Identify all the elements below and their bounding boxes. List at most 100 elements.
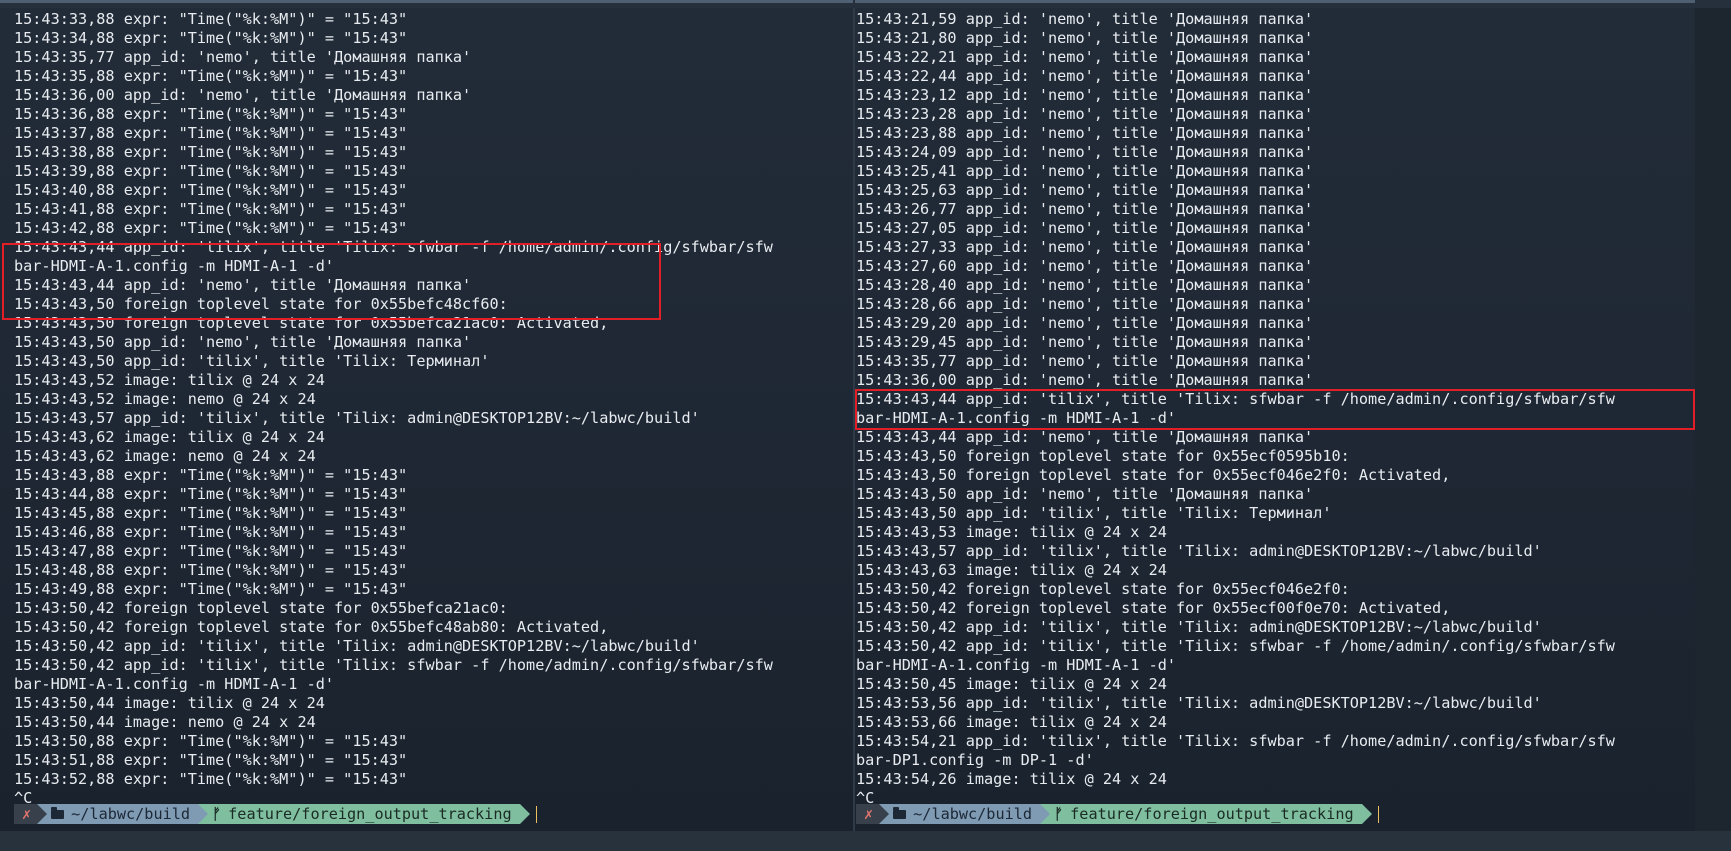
terminal-line: 15:43:53,56 app_id: 'tilix', title 'Tili… [856, 694, 1542, 712]
terminal-line: 15:43:23,28 app_id: 'nemo', title 'Домаш… [856, 105, 1314, 123]
terminal-line: 15:43:43,50 app_id: 'tilix', title 'Tili… [14, 352, 490, 370]
terminal-line: 15:43:38,88 expr: "Time("%k:%M")" = "15:… [14, 143, 408, 161]
prompt-directory: ~/labwc/build [71, 805, 191, 823]
terminal-line: 15:43:43,88 expr: "Time("%k:%M")" = "15:… [14, 466, 408, 484]
terminal-line: 15:43:36,00 app_id: 'nemo', title 'Домаш… [14, 86, 472, 104]
terminal-line: 15:43:51,88 expr: "Time("%k:%M")" = "15:… [14, 751, 408, 769]
terminal-line: 15:43:50,42 foreign toplevel state for 0… [856, 580, 1350, 598]
prompt-directory: ~/labwc/build [913, 805, 1033, 823]
terminal-line: 15:43:43,50 foreign toplevel state for 0… [14, 314, 609, 332]
terminal-line: 15:43:28,66 app_id: 'nemo', title 'Домаш… [856, 295, 1314, 313]
terminal-line: 15:43:23,88 app_id: 'nemo', title 'Домаш… [856, 124, 1314, 142]
terminal-line: 15:43:26,77 app_id: 'nemo', title 'Домаш… [856, 200, 1314, 218]
terminal-line: 15:43:50,42 app_id: 'tilix', title 'Tili… [856, 637, 1615, 655]
terminal-line: 15:43:44,88 expr: "Time("%k:%M")" = "15:… [14, 485, 408, 503]
terminal-line: 15:43:45,88 expr: "Time("%k:%M")" = "15:… [14, 504, 408, 522]
window-bottom-bar [0, 831, 1731, 851]
error-x-icon: ✗ [22, 805, 32, 823]
terminal-line: 15:43:27,05 app_id: 'nemo', title 'Домаш… [856, 219, 1314, 237]
terminal-line: 15:43:47,88 expr: "Time("%k:%M")" = "15:… [14, 542, 408, 560]
prompt-branch-segment: ᚠ feature/foreign_output_tracking [198, 804, 530, 824]
terminal-line: 15:43:33,88 expr: "Time("%k:%M")" = "15:… [14, 10, 408, 28]
terminal-line: 15:43:35,77 app_id: 'nemo', title 'Домаш… [14, 48, 472, 66]
right-pane-title-bar[interactable] [855, 0, 1695, 3]
terminal-pane-right[interactable]: 15:43:21,59 app_id: 'nemo', title 'Домаш… [855, 8, 1695, 831]
terminal-line: 15:43:43,50 app_id: 'nemo', title 'Домаш… [856, 485, 1314, 503]
text-cursor [535, 805, 537, 823]
terminal-line: bar-HDMI-A-1.config -m HDMI-A-1 -d' [14, 675, 335, 693]
terminal-output-left: 15:43:33,88 expr: "Time("%k:%M")" = "15:… [14, 10, 773, 808]
terminal-line: 15:43:39,88 expr: "Time("%k:%M")" = "15:… [14, 162, 408, 180]
window-sidebar [1695, 8, 1731, 831]
terminal-line: 15:43:50,42 app_id: 'tilix', title 'Tili… [856, 618, 1542, 636]
terminal-line: 15:43:40,88 expr: "Time("%k:%M")" = "15:… [14, 181, 408, 199]
terminal-line: 15:43:50,42 app_id: 'tilix', title 'Tili… [14, 656, 773, 674]
terminal-line: 15:43:29,20 app_id: 'nemo', title 'Домаш… [856, 314, 1314, 332]
terminal-line: 15:43:50,42 foreign toplevel state for 0… [14, 599, 508, 617]
git-branch-icon: ᚠ [212, 805, 222, 823]
terminal-line: 15:43:50,44 image: nemo @ 24 x 24 [14, 713, 316, 731]
terminal-line: 15:43:50,42 foreign toplevel state for 0… [14, 618, 609, 636]
prompt-branch-segment: ᚠ feature/foreign_output_tracking [1040, 804, 1372, 824]
terminal-line: 15:43:52,88 expr: "Time("%k:%M")" = "15:… [14, 770, 408, 788]
prompt-status-segment: ✗ [856, 804, 890, 824]
terminal-line: 15:43:36,88 expr: "Time("%k:%M")" = "15:… [14, 105, 408, 123]
terminal-line: 15:43:43,50 foreign toplevel state for 0… [14, 295, 508, 313]
terminal-line: 15:43:43,62 image: nemo @ 24 x 24 [14, 447, 316, 465]
left-pane-title-bar[interactable] [0, 0, 853, 3]
terminal-line: 15:43:43,50 foreign toplevel state for 0… [856, 447, 1350, 465]
terminal-line: 15:43:43,44 app_id: 'nemo', title 'Домаш… [14, 276, 472, 294]
terminal-line: 15:43:24,09 app_id: 'nemo', title 'Домаш… [856, 143, 1314, 161]
git-branch-icon: ᚠ [1054, 805, 1064, 823]
terminal-line: 15:43:25,63 app_id: 'nemo', title 'Домаш… [856, 181, 1314, 199]
terminal-line: 15:43:43,50 app_id: 'tilix', title 'Tili… [856, 504, 1332, 522]
terminal-line: 15:43:53,66 image: tilix @ 24 x 24 [856, 713, 1167, 731]
prompt-status-segment: ✗ [14, 804, 48, 824]
terminal-line: 15:43:21,80 app_id: 'nemo', title 'Домаш… [856, 29, 1314, 47]
terminal-line: 15:43:43,57 app_id: 'tilix', title 'Tili… [856, 542, 1542, 560]
terminal-line: 15:43:37,88 expr: "Time("%k:%M")" = "15:… [14, 124, 408, 142]
terminal-line: 15:43:43,50 app_id: 'nemo', title 'Домаш… [14, 333, 472, 351]
shell-prompt-right: ✗ ~/labwc/build ᚠ feature/foreign_output… [856, 804, 1379, 824]
terminal-line: 15:43:27,33 app_id: 'nemo', title 'Домаш… [856, 238, 1314, 256]
terminal-line: bar-HDMI-A-1.config -m HDMI-A-1 -d' [856, 409, 1177, 427]
terminal-line: 15:43:43,44 app_id: 'tilix', title 'Tili… [14, 238, 773, 256]
terminal-line: 15:43:54,21 app_id: 'tilix', title 'Tili… [856, 732, 1615, 750]
window-top-bar [0, 0, 1731, 8]
error-x-icon: ✗ [864, 805, 874, 823]
terminal-line: 15:43:43,50 foreign toplevel state for 0… [856, 466, 1451, 484]
terminal-line: 15:43:27,60 app_id: 'nemo', title 'Домаш… [856, 257, 1314, 275]
terminal-line: 15:43:43,52 image: nemo @ 24 x 24 [14, 390, 316, 408]
prompt-branch: feature/foreign_output_tracking [228, 805, 512, 823]
terminal-line: 15:43:25,41 app_id: 'nemo', title 'Домаш… [856, 162, 1314, 180]
prompt-directory-segment: ~/labwc/build [37, 804, 209, 824]
terminal-line: 15:43:42,88 expr: "Time("%k:%M")" = "15:… [14, 219, 408, 237]
text-cursor [1377, 805, 1379, 823]
terminal-line: 15:43:48,88 expr: "Time("%k:%M")" = "15:… [14, 561, 408, 579]
terminal-output-right: 15:43:21,59 app_id: 'nemo', title 'Домаш… [856, 10, 1615, 808]
folder-icon [51, 806, 65, 819]
shell-prompt-left: ✗ ~/labwc/build ᚠ feature/foreign_output… [14, 804, 537, 824]
terminal-line: 15:43:22,21 app_id: 'nemo', title 'Домаш… [856, 48, 1314, 66]
terminal-line: 15:43:50,42 foreign toplevel state for 0… [856, 599, 1451, 617]
terminal-line: 15:43:43,44 app_id: 'nemo', title 'Домаш… [856, 428, 1314, 446]
folder-icon [893, 806, 907, 819]
terminal-line: 15:43:43,52 image: tilix @ 24 x 24 [14, 371, 325, 389]
terminal-line: 15:43:43,63 image: tilix @ 24 x 24 [856, 561, 1167, 579]
terminal-line: 15:43:49,88 expr: "Time("%k:%M")" = "15:… [14, 580, 408, 598]
terminal-line: 15:43:50,45 image: tilix @ 24 x 24 [856, 675, 1167, 693]
terminal-line: 15:43:54,26 image: tilix @ 24 x 24 [856, 770, 1167, 788]
terminal-line: 15:43:36,00 app_id: 'nemo', title 'Домаш… [856, 371, 1314, 389]
terminal-line: 15:43:34,88 expr: "Time("%k:%M")" = "15:… [14, 29, 408, 47]
terminal-line: 15:43:50,44 image: tilix @ 24 x 24 [14, 694, 325, 712]
terminal-line: 15:43:43,53 image: tilix @ 24 x 24 [856, 523, 1167, 541]
terminal-line: 15:43:50,88 expr: "Time("%k:%M")" = "15:… [14, 732, 408, 750]
terminal-pane-left[interactable]: 15:43:33,88 expr: "Time("%k:%M")" = "15:… [0, 8, 853, 831]
terminal-line: bar-HDMI-A-1.config -m HDMI-A-1 -d' [856, 656, 1177, 674]
terminal-line: 15:43:29,45 app_id: 'nemo', title 'Домаш… [856, 333, 1314, 351]
terminal-line: bar-HDMI-A-1.config -m HDMI-A-1 -d' [14, 257, 335, 275]
terminal-line: 15:43:43,44 app_id: 'tilix', title 'Tili… [856, 390, 1615, 408]
terminal-line: 15:43:28,40 app_id: 'nemo', title 'Домаш… [856, 276, 1314, 294]
terminal-line: bar-DP1.config -m DP-1 -d' [856, 751, 1094, 769]
terminal-line: 15:43:46,88 expr: "Time("%k:%M")" = "15:… [14, 523, 408, 541]
